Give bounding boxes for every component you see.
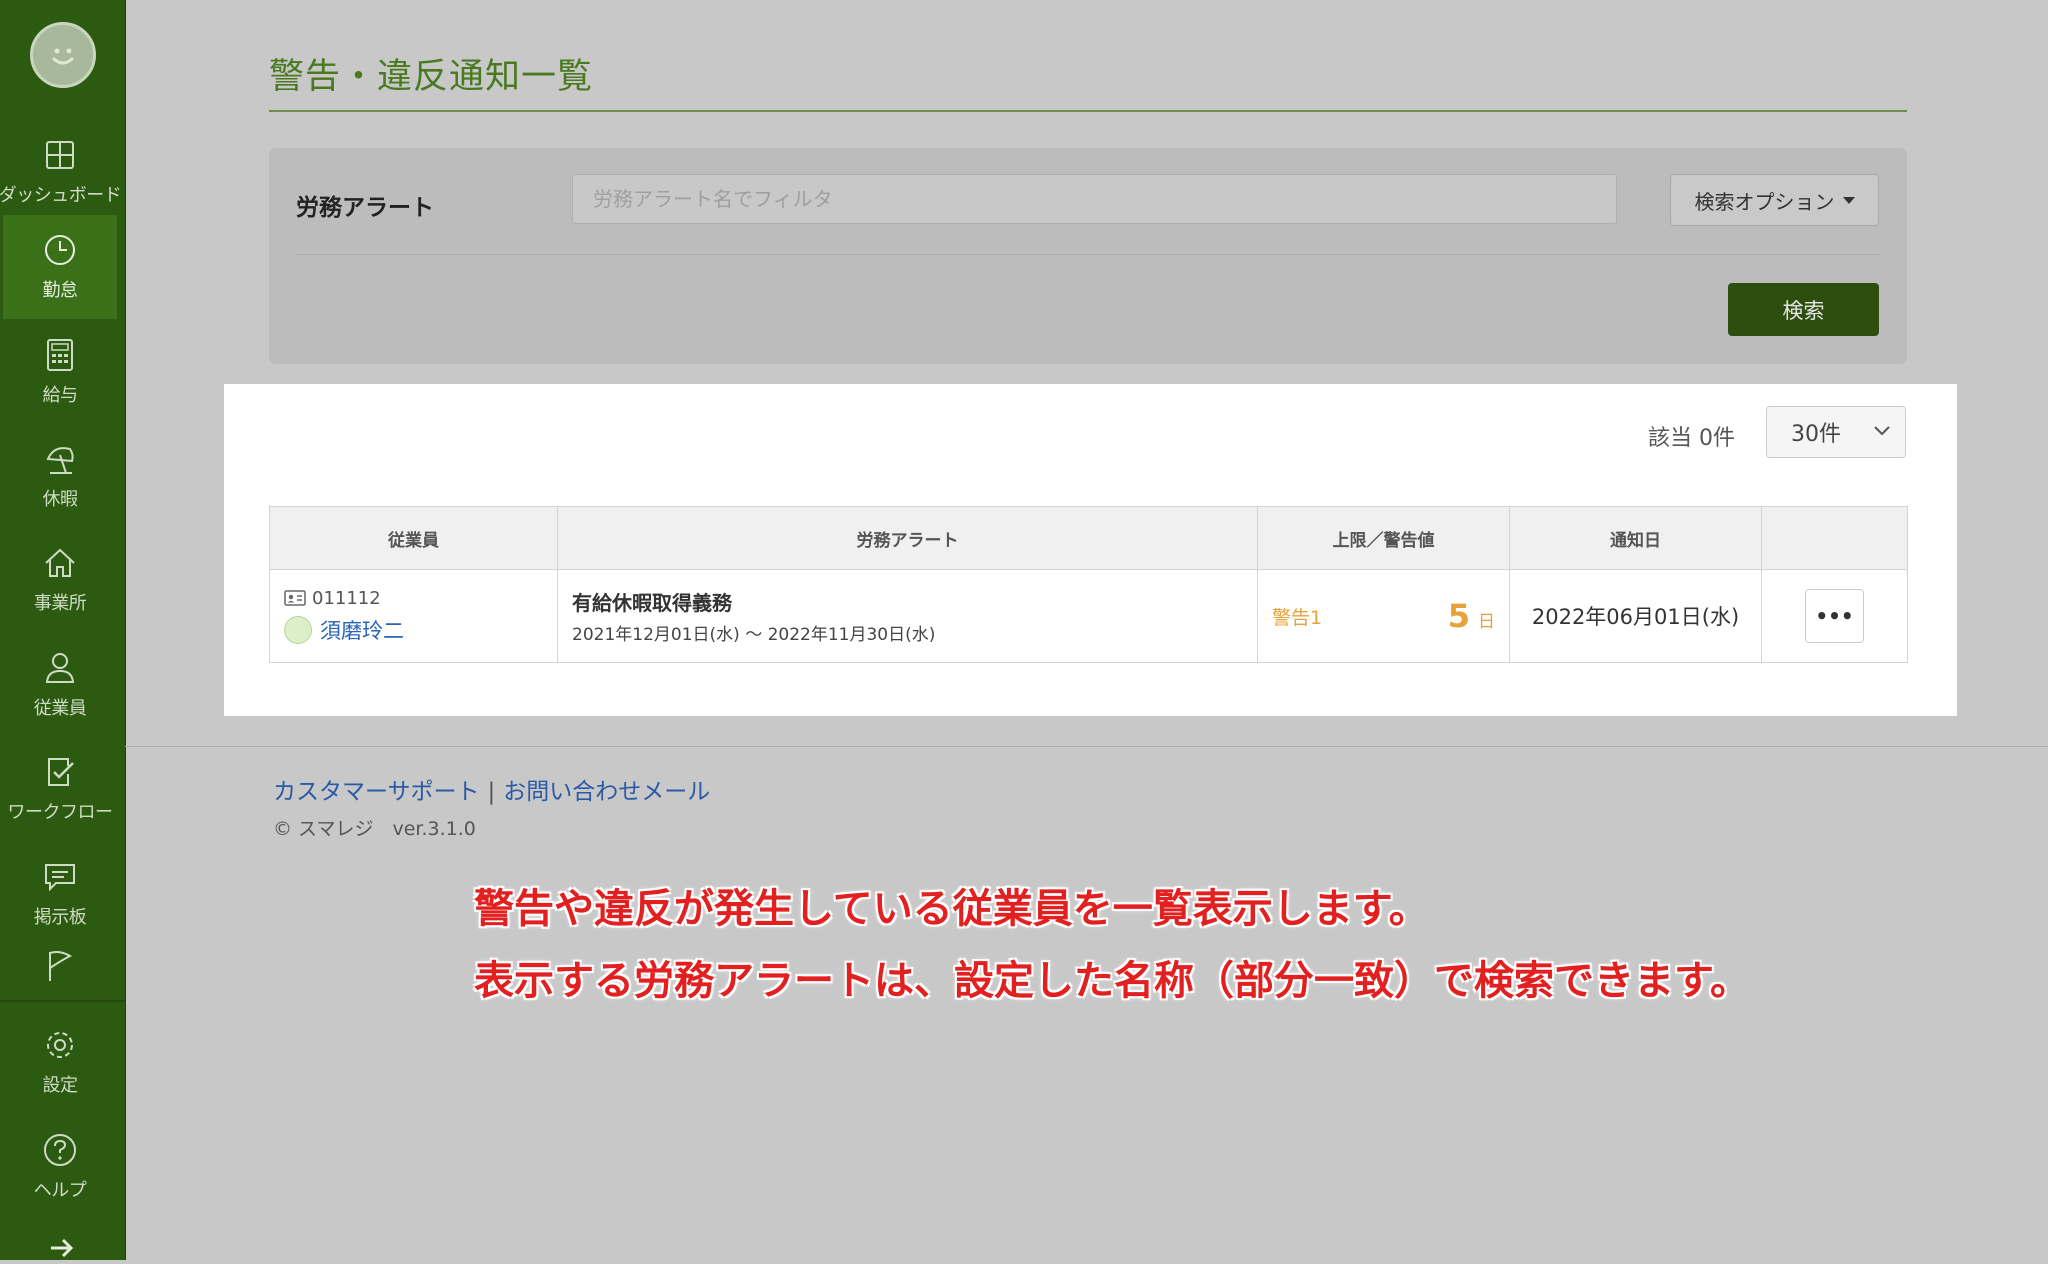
contact-mail-link[interactable]: お問い合わせメール bbox=[503, 779, 710, 805]
filter-label: 労務アラート bbox=[296, 195, 434, 221]
employee-name-text: 須磨玲二 bbox=[320, 618, 404, 643]
calculator-icon bbox=[47, 339, 73, 371]
beach-umbrella-icon bbox=[46, 447, 74, 474]
employee-cell: 011112 須磨玲二 bbox=[269, 569, 558, 663]
column-header-limit[interactable]: 上限／警告値 bbox=[1257, 506, 1510, 570]
footer-separator: | bbox=[487, 779, 496, 805]
question-icon bbox=[44, 1134, 76, 1166]
sidebar-label: 従業員 bbox=[33, 698, 87, 719]
sidebar-item-settings[interactable]: 設定 bbox=[3, 1010, 117, 1114]
sidebar-label: 掲示板 bbox=[33, 907, 87, 928]
sidebar-item-attendance[interactable]: 勤怠 bbox=[3, 215, 117, 319]
sidebar-label: ワークフロー bbox=[7, 802, 114, 823]
sidebar-label: ダッシュボード bbox=[0, 185, 122, 206]
sidebar-label: 休暇 bbox=[42, 489, 79, 510]
sidebar-item-payroll[interactable]: 給与 bbox=[3, 320, 117, 424]
sidebar-item-employees[interactable]: 従業員 bbox=[3, 633, 117, 737]
user-avatar[interactable] bbox=[30, 22, 96, 88]
alert-name: 有給休暇取得義務 bbox=[572, 591, 732, 615]
flag-icon bbox=[49, 951, 73, 981]
sidebar-divider bbox=[0, 1000, 125, 1002]
clipboard-check-icon bbox=[48, 758, 74, 786]
alert-table: 従業員 労務アラート 上限／警告値 通知日 011112 須磨玲二 有給休暇取得… bbox=[269, 506, 1908, 663]
filter-divider bbox=[296, 254, 1879, 255]
limit-cell: 警告1 5日 bbox=[1257, 569, 1510, 663]
limit-wrapper: 警告1 5日 bbox=[1272, 597, 1495, 635]
dashboard-icon bbox=[46, 141, 74, 169]
id-card-icon bbox=[284, 590, 306, 606]
smile-icon bbox=[52, 48, 74, 65]
column-header-employee[interactable]: 従業員 bbox=[269, 506, 558, 570]
annotation-line-2: 表示する労務アラートは、設定した名称（部分一致）で検索できます。 bbox=[474, 958, 1750, 1004]
sidebar: ダッシュボード 勤怠 給与 休暇 事業所 従業員 ワークフロー 掲示板 設定 ヘ… bbox=[0, 0, 126, 1260]
alert-period: 2021年12月01日(水) 〜 2022年11月30日(水) bbox=[572, 625, 936, 645]
sidebar-item-dashboard[interactable]: ダッシュボード bbox=[0, 120, 122, 224]
gear-icon bbox=[47, 1032, 73, 1058]
sidebar-label: 給与 bbox=[42, 385, 79, 406]
column-header-notify-date[interactable]: 通知日 bbox=[1509, 506, 1762, 570]
limit-value: 5日 bbox=[1448, 597, 1495, 635]
sidebar-item-leave[interactable]: 休暇 bbox=[3, 424, 117, 528]
column-header-alert[interactable]: 労務アラート bbox=[557, 506, 1258, 570]
sidebar-label: 勤怠 bbox=[42, 280, 79, 301]
search-button[interactable]: 検索 bbox=[1728, 283, 1879, 336]
per-page-select[interactable]: 30件 bbox=[1766, 406, 1906, 458]
chat-bubble-icon bbox=[45, 864, 75, 892]
sidebar-label: 事業所 bbox=[33, 593, 87, 614]
limit-unit: 日 bbox=[1478, 612, 1495, 632]
sidebar-label: ヘルプ bbox=[33, 1180, 87, 1201]
alert-cell: 有給休暇取得義務 2021年12月01日(水) 〜 2022年11月30日(水) bbox=[557, 569, 1258, 663]
limit-number: 5 bbox=[1447, 597, 1470, 635]
employee-avatar bbox=[284, 615, 312, 644]
employee-code: 011112 bbox=[284, 588, 543, 609]
notify-date: 2022年06月01日(水) bbox=[1509, 569, 1762, 663]
customer-support-link[interactable]: カスタマーサポート bbox=[273, 779, 480, 805]
warning-level: 警告1 bbox=[1272, 606, 1323, 629]
employee-code-text: 011112 bbox=[312, 587, 381, 609]
home-icon bbox=[45, 548, 75, 577]
more-actions-button[interactable]: ••• bbox=[1805, 589, 1864, 643]
footer-links: カスタマーサポート | お問い合わせメール bbox=[273, 772, 710, 806]
annotation-line-1: 警告や違反が発生している従業員を一覧表示します。 bbox=[474, 886, 1429, 932]
search-options-button[interactable]: 検索オプション bbox=[1670, 174, 1879, 226]
sidebar-label: 設定 bbox=[42, 1075, 79, 1096]
per-page-value: 30件 bbox=[1791, 422, 1841, 447]
footer-divider bbox=[125, 746, 2048, 747]
caret-down-icon bbox=[1842, 196, 1855, 204]
table-row: 011112 須磨玲二 有給休暇取得義務 2021年12月01日(水) 〜 20… bbox=[269, 569, 1908, 663]
employee-name-link[interactable]: 須磨玲二 bbox=[284, 615, 543, 645]
sidebar-item-board[interactable]: 掲示板 bbox=[3, 842, 117, 946]
sidebar-item-help[interactable]: ヘルプ bbox=[3, 1115, 117, 1219]
title-divider bbox=[269, 110, 1907, 112]
sidebar-item-office[interactable]: 事業所 bbox=[3, 528, 117, 632]
result-count: 該当 0件 bbox=[1648, 426, 1735, 451]
sidebar-item-flag[interactable] bbox=[3, 940, 117, 1000]
table-header-row: 従業員 労務アラート 上限／警告値 通知日 bbox=[269, 506, 1908, 570]
filter-panel: 労務アラート 検索オプション 検索 bbox=[269, 148, 1907, 364]
column-header-actions bbox=[1761, 506, 1908, 570]
chevron-down-icon bbox=[1874, 426, 1890, 436]
person-icon bbox=[45, 653, 75, 683]
result-panel: 該当 0件 30件 従業員 労務アラート 上限／警告値 通知日 011112 須… bbox=[224, 384, 1957, 716]
alert-name-filter-input[interactable] bbox=[572, 174, 1617, 224]
copyright: © スマレジ ver.3.1.0 bbox=[273, 818, 476, 840]
page-title: 警告・違反通知一覧 bbox=[269, 57, 594, 97]
clock-icon bbox=[45, 235, 75, 265]
arrow-right-icon bbox=[51, 1238, 74, 1258]
search-options-label: 検索オプション bbox=[1694, 189, 1835, 214]
sidebar-item-workflow[interactable]: ワークフロー bbox=[3, 737, 117, 841]
actions-cell: ••• bbox=[1761, 569, 1908, 663]
